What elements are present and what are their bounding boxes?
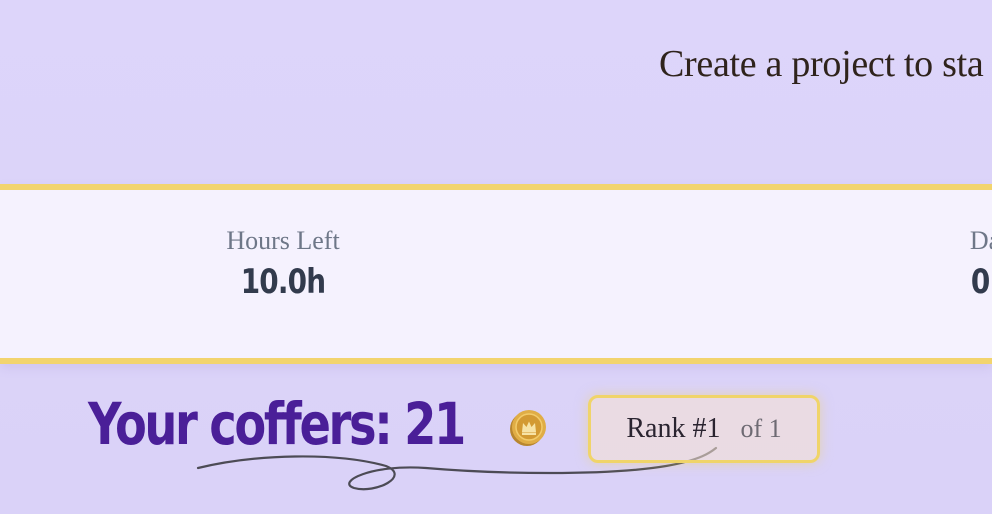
stats-band: Hours Left 10.0h Da 0. xyxy=(0,184,992,364)
page: Create a project to sta Hours Left 10.0h… xyxy=(0,0,992,514)
stat-second: Da 0. xyxy=(968,226,992,302)
rank-total: of 1 xyxy=(740,414,782,443)
stat-hours-left: Hours Left 10.0h xyxy=(226,226,339,302)
stat-value: 10.0h xyxy=(240,262,326,302)
stat-label: Da xyxy=(969,226,992,255)
rank-position: Rank #1 xyxy=(626,413,721,444)
rank-badge: Rank #1 of 1 xyxy=(588,395,820,463)
stat-value: 0. xyxy=(970,262,992,302)
stat-label: Hours Left xyxy=(226,226,340,255)
crown-coin-icon xyxy=(510,410,546,446)
empty-state-message: Create a project to sta xyxy=(659,43,984,85)
